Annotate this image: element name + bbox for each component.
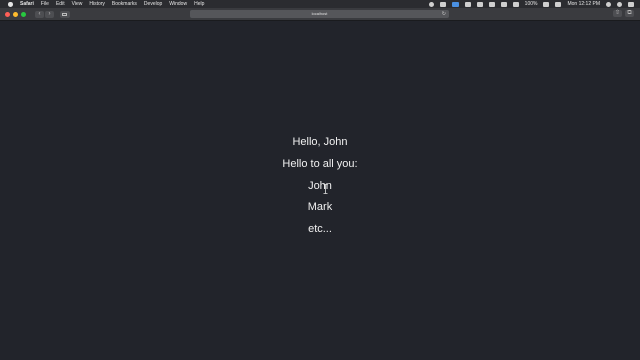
sidebar-toggle-button[interactable] [60,10,70,18]
menu-clock[interactable]: Mon 12:12 PM [567,1,600,7]
menu-develop[interactable]: Develop [144,1,162,7]
battery-icon[interactable] [543,1,550,7]
text-cursor-icon [323,184,328,194]
apple-menu-icon[interactable] [8,1,13,7]
menu-window[interactable]: Window [169,1,187,7]
address-bar[interactable]: localhost ↻ [190,10,449,18]
volume-icon[interactable] [512,1,519,7]
status-ribbon-icon[interactable] [488,1,495,7]
tabs-overview-button[interactable]: ⧉ [625,10,634,17]
history-navigation: ‹ › [34,10,54,18]
back-button[interactable]: ‹ [35,10,44,18]
reload-icon[interactable]: ↻ [442,10,446,18]
greeting-text: Hello, John [292,136,348,148]
menu-help[interactable]: Help [194,1,204,7]
status-app-icon[interactable] [439,1,446,7]
status-record-icon[interactable] [428,1,434,7]
forward-button[interactable]: › [45,10,54,18]
intro-text: Hello to all you: [282,158,358,170]
menu-bar: Safari File Edit View History Bookmarks … [0,0,640,8]
siri-icon[interactable] [617,1,622,7]
menu-edit[interactable]: Edit [56,1,65,7]
list-item: Mark [307,201,333,213]
list-item: etc... [308,223,332,235]
menu-app-name[interactable]: Safari [20,1,34,7]
menu-file[interactable]: File [41,1,49,7]
status-box-icon[interactable] [476,1,483,7]
status-cloud-icon[interactable] [464,1,471,7]
notification-center-icon[interactable] [628,1,634,7]
input-source-icon[interactable] [555,1,562,7]
status-sync-icon[interactable] [451,1,459,7]
menu-history[interactable]: History [89,1,105,7]
list-item: John [308,180,332,192]
spotlight-icon[interactable] [606,1,611,7]
wifi-icon[interactable] [500,1,507,7]
page-content: Hello, John Hello to all you: John Mark … [0,21,640,360]
zoom-window-button[interactable] [21,11,26,17]
browser-toolbar: ‹ › localhost ↻ ⇧ ⧉ [0,8,640,21]
menu-bookmarks[interactable]: Bookmarks [112,1,137,7]
minimize-window-button[interactable] [13,11,18,17]
share-button[interactable]: ⇧ [613,10,622,17]
address-text: localhost [311,11,328,16]
toolbar-actions: ⇧ ⧉ [613,10,634,17]
close-window-button[interactable] [5,11,10,17]
window-controls [0,11,26,17]
menu-view[interactable]: View [72,1,83,7]
battery-percentage[interactable]: 100% [525,1,538,7]
